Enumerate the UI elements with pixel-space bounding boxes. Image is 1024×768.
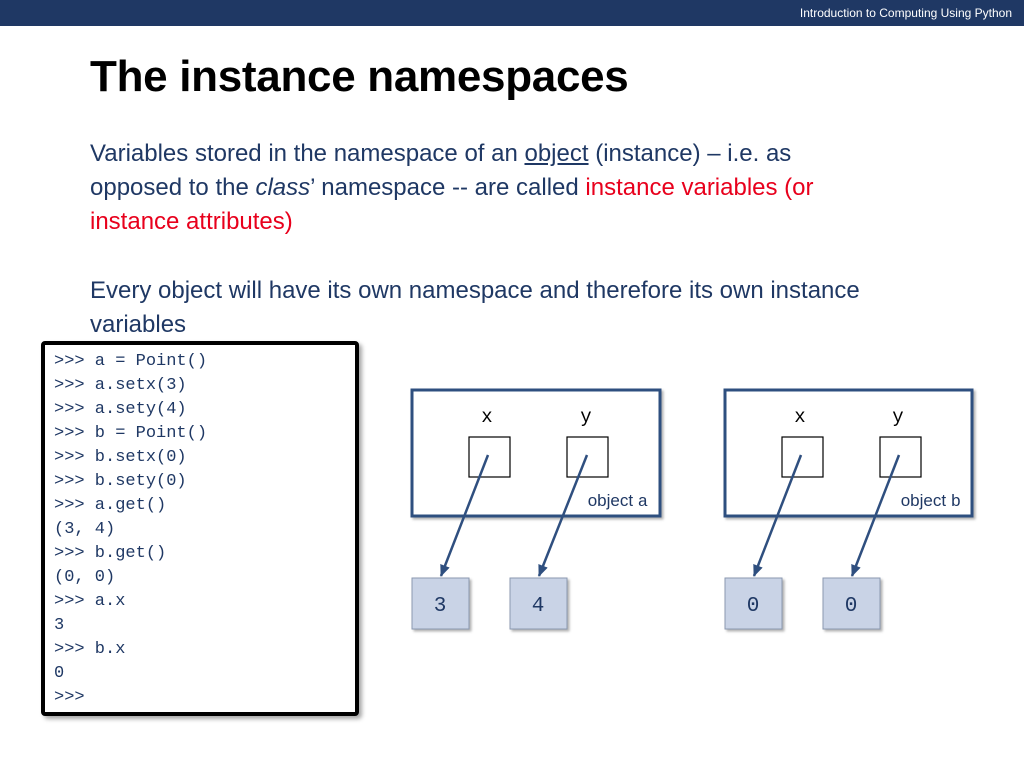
value-b-y: 0 bbox=[845, 595, 858, 618]
value-b-x: 0 bbox=[747, 595, 760, 618]
object-a-slot-x bbox=[468, 436, 511, 478]
object-b-namespace: x y object b bbox=[723, 388, 974, 518]
object-b-label-word: object bbox=[901, 491, 951, 510]
namespace-diagram: x y object a x y object b 3 4 0 0 bbox=[410, 388, 974, 630]
value-a-y: 4 bbox=[532, 595, 545, 618]
object-b-slot-x bbox=[781, 436, 824, 478]
object-a-label: object a bbox=[588, 491, 648, 512]
value-a-x: 3 bbox=[434, 595, 447, 618]
object-a-label-var: a bbox=[638, 493, 648, 512]
object-a-namespace: x y object a bbox=[410, 388, 662, 518]
object-b-slot-y bbox=[879, 436, 922, 478]
object-b-label: object b bbox=[901, 491, 961, 512]
value-boxes: 3 4 0 0 bbox=[411, 577, 881, 630]
object-b-attr-x: x bbox=[794, 406, 805, 428]
object-a-attr-y: y bbox=[580, 406, 591, 428]
object-b-attr-y: y bbox=[892, 406, 903, 428]
object-a-label-word: object bbox=[588, 491, 638, 510]
object-a-attr-x: x bbox=[481, 406, 492, 428]
object-b-label-var: b bbox=[951, 493, 961, 512]
